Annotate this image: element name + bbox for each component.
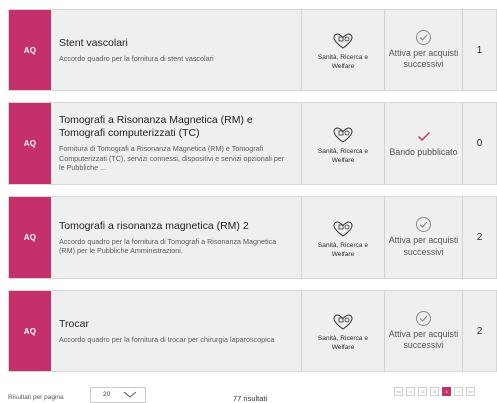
tender-card[interactable]: AQ Tomografi a Risonanza Magnetica (RM) …	[8, 102, 497, 185]
page-2-button[interactable]: 2	[418, 387, 427, 396]
status-label: Bando pubblicato	[389, 146, 458, 157]
first-page-button[interactable]: <<	[394, 387, 403, 396]
tender-title[interactable]: Trocar	[59, 318, 291, 331]
check-circle-icon	[416, 217, 431, 232]
status-cell: Attiva per acquisti successivi	[384, 291, 462, 371]
medical-heart-icon	[331, 126, 355, 144]
next-page-button[interactable]: >	[454, 387, 463, 396]
per-page-value: 20	[103, 391, 111, 398]
tender-info: Trocar Accordo quadro per la fornitura d…	[51, 291, 301, 371]
tender-description: Accordo quadro per la fornitura di stent…	[59, 53, 214, 63]
tender-description: Accordo quadro per la fornitura di Tomog…	[59, 236, 277, 255]
status-label: Attiva per acquisti successivi	[388, 47, 459, 70]
area-label: Sanità, Ricerca e Welfare	[317, 147, 369, 164]
status-cell: Attiva per acquisti successivi	[384, 10, 462, 90]
check-mark-icon	[415, 129, 433, 144]
tender-description: Accordo quadro per la fornitura di troca…	[59, 334, 275, 344]
tender-title[interactable]: Tomografi a risonanza magnetica (RM) 2	[59, 220, 291, 233]
tender-card[interactable]: AQ Stent vascolari Accordo quadro per la…	[8, 9, 497, 91]
area-label: Sanità, Ricerca e Welfare	[317, 241, 369, 258]
tender-title[interactable]: Stent vascolari	[59, 37, 291, 50]
pager: << < 2 3 4 > >>	[394, 387, 475, 396]
per-page-label: Risultati per pagina	[8, 394, 64, 401]
tender-card[interactable]: AQ Tomografi a risonanza magnetica (RM) …	[8, 196, 497, 279]
area-cell: Sanità, Ricerca e Welfare	[301, 291, 384, 371]
lots-count: 2	[462, 291, 496, 371]
status-label: Attiva per acquisti successivi	[388, 328, 459, 351]
per-page-select[interactable]: 20	[90, 387, 146, 403]
tender-card[interactable]: AQ Trocar Accordo quadro per la fornitur…	[8, 290, 497, 372]
check-circle-icon	[416, 29, 431, 45]
tender-info: Stent vascolari Accordo quadro per la fo…	[51, 10, 301, 90]
tender-description: Fornitura di Tomografi a Risonanza Magne…	[59, 144, 285, 173]
medical-heart-icon	[331, 32, 355, 50]
last-page-button[interactable]: >>	[466, 387, 475, 396]
medical-heart-icon	[331, 313, 355, 331]
chevron-down-icon	[123, 390, 137, 403]
status-cell: Attiva per acquisti successivi	[384, 197, 462, 278]
area-cell: Sanità, Ricerca e Welfare	[301, 10, 384, 90]
status-cell: Bando pubblicato	[384, 103, 462, 184]
area-cell: Sanità, Ricerca e Welfare	[301, 197, 384, 278]
area-label: Sanità, Ricerca e Welfare	[317, 54, 369, 70]
lots-count: 2	[462, 197, 496, 278]
lots-count: 1	[462, 10, 496, 90]
area-label: Sanità, Ricerca e Welfare	[317, 335, 369, 351]
status-label: Attiva per acquisti successivi	[388, 235, 459, 257]
page-3-button[interactable]: 3	[430, 387, 439, 396]
type-badge: AQ	[9, 103, 51, 184]
results-count: 77 risultati	[233, 394, 268, 403]
lots-count: 0	[462, 103, 496, 184]
medical-heart-icon	[331, 220, 355, 238]
type-badge: AQ	[9, 10, 51, 90]
type-badge: AQ	[9, 197, 51, 278]
tender-title[interactable]: Tomografi a Risonanza Magnetica (RM) e T…	[59, 114, 291, 140]
check-circle-icon	[416, 310, 431, 326]
prev-page-button[interactable]: <	[406, 387, 415, 396]
area-cell: Sanità, Ricerca e Welfare	[301, 103, 384, 184]
tender-info: Tomografi a Risonanza Magnetica (RM) e T…	[51, 103, 301, 184]
tender-info: Tomografi a risonanza magnetica (RM) 2 A…	[51, 197, 301, 278]
type-badge: AQ	[9, 291, 51, 371]
pagination-bar: Risultati per pagina 20 77 risultati << …	[0, 380, 497, 403]
page-4-button[interactable]: 4	[442, 387, 451, 396]
